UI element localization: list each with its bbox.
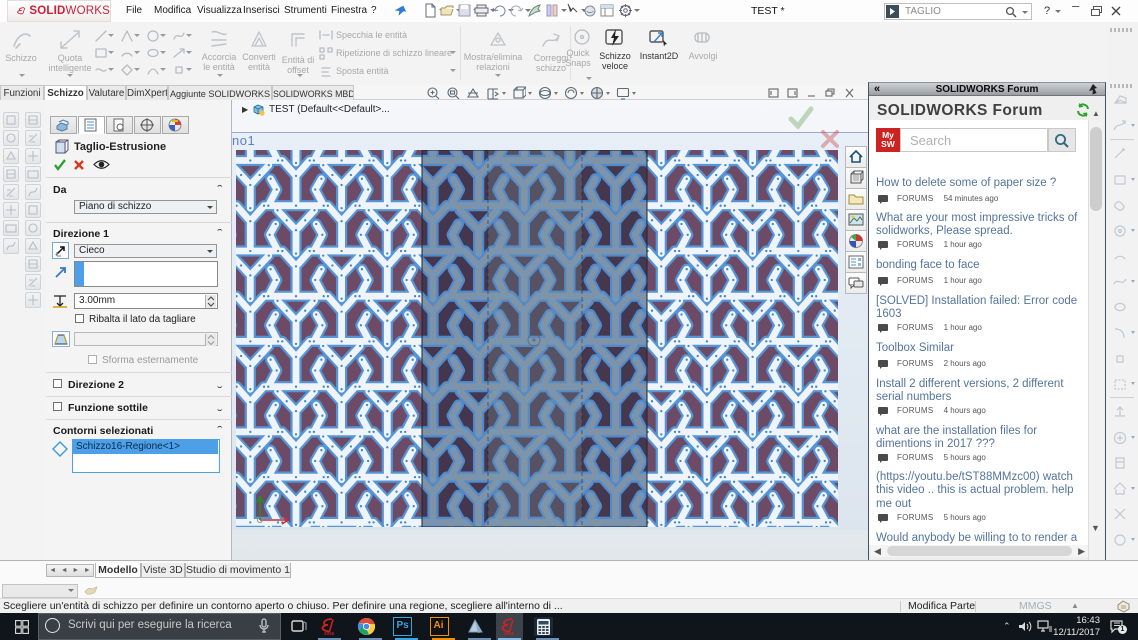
svg-text:2016: 2016 [504, 631, 515, 636]
svg-text:2016: 2016 [324, 631, 335, 636]
